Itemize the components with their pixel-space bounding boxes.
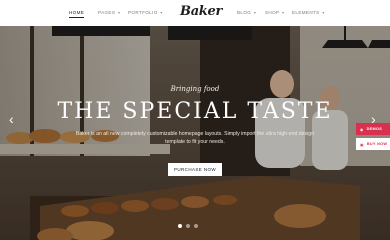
nav-blog-label: BLOG <box>237 10 252 15</box>
nav-home-label: HOME <box>69 10 85 15</box>
nav-pages[interactable]: PAGES ▼ <box>98 10 121 15</box>
chevron-down-icon: ▼ <box>281 10 286 15</box>
hero-slider: Bringing food THE SPECIAL TASTE Baker is… <box>0 26 390 240</box>
hero-headline: THE SPECIAL TASTE <box>57 99 333 124</box>
hero-subline: Baker is an all new completely customiza… <box>75 131 315 145</box>
slide-dot[interactable] <box>194 224 198 228</box>
chevron-down-icon: ▼ <box>321 10 326 15</box>
demos-label: DEMOS <box>366 127 383 131</box>
nav-portfolio[interactable]: PORTFOLIO ▼ <box>128 10 163 15</box>
nav-blog[interactable]: BLOG ▼ <box>237 10 257 15</box>
chevron-down-icon: ▼ <box>117 10 122 15</box>
nav-home[interactable]: HOME <box>69 10 85 18</box>
chevron-down-icon: ▼ <box>159 10 164 15</box>
hero-kicker: Bringing food <box>170 85 220 93</box>
buy-now-label: BUY NOW <box>366 142 388 146</box>
slide-dot[interactable] <box>186 224 190 228</box>
demos-side-button[interactable]: ◉ DEMOS <box>356 123 390 135</box>
slider-pagination <box>178 224 198 228</box>
logo-wordmark: Baker <box>180 4 223 19</box>
site-header: HOME PAGES ▼ PORTFOLIO ▼ Baker BLOG ▼ SH… <box>0 0 390 26</box>
nav-shop[interactable]: SHOP ▼ <box>265 10 285 15</box>
chevron-down-icon: ▼ <box>253 10 257 15</box>
active-nav-underline <box>69 17 85 18</box>
nav-pages-label: PAGES <box>98 10 116 15</box>
brand-logo[interactable]: Baker <box>178 3 222 23</box>
nav-elements-label: ELEMENTS <box>292 10 320 15</box>
nav-elements[interactable]: ELEMENTS ▼ <box>292 10 325 15</box>
prev-slide-arrow-icon[interactable]: ‹ <box>9 112 14 126</box>
buy-now-side-button[interactable]: ▣ BUY NOW <box>356 138 390 150</box>
nav-shop-label: SHOP <box>265 10 280 15</box>
purchase-now-button[interactable]: PURCHASE NOW <box>168 163 222 176</box>
slide-dot[interactable] <box>178 224 182 228</box>
eye-icon: ◉ <box>360 127 364 132</box>
cart-icon: ▣ <box>360 142 364 147</box>
nav-portfolio-label: PORTFOLIO <box>128 10 158 15</box>
